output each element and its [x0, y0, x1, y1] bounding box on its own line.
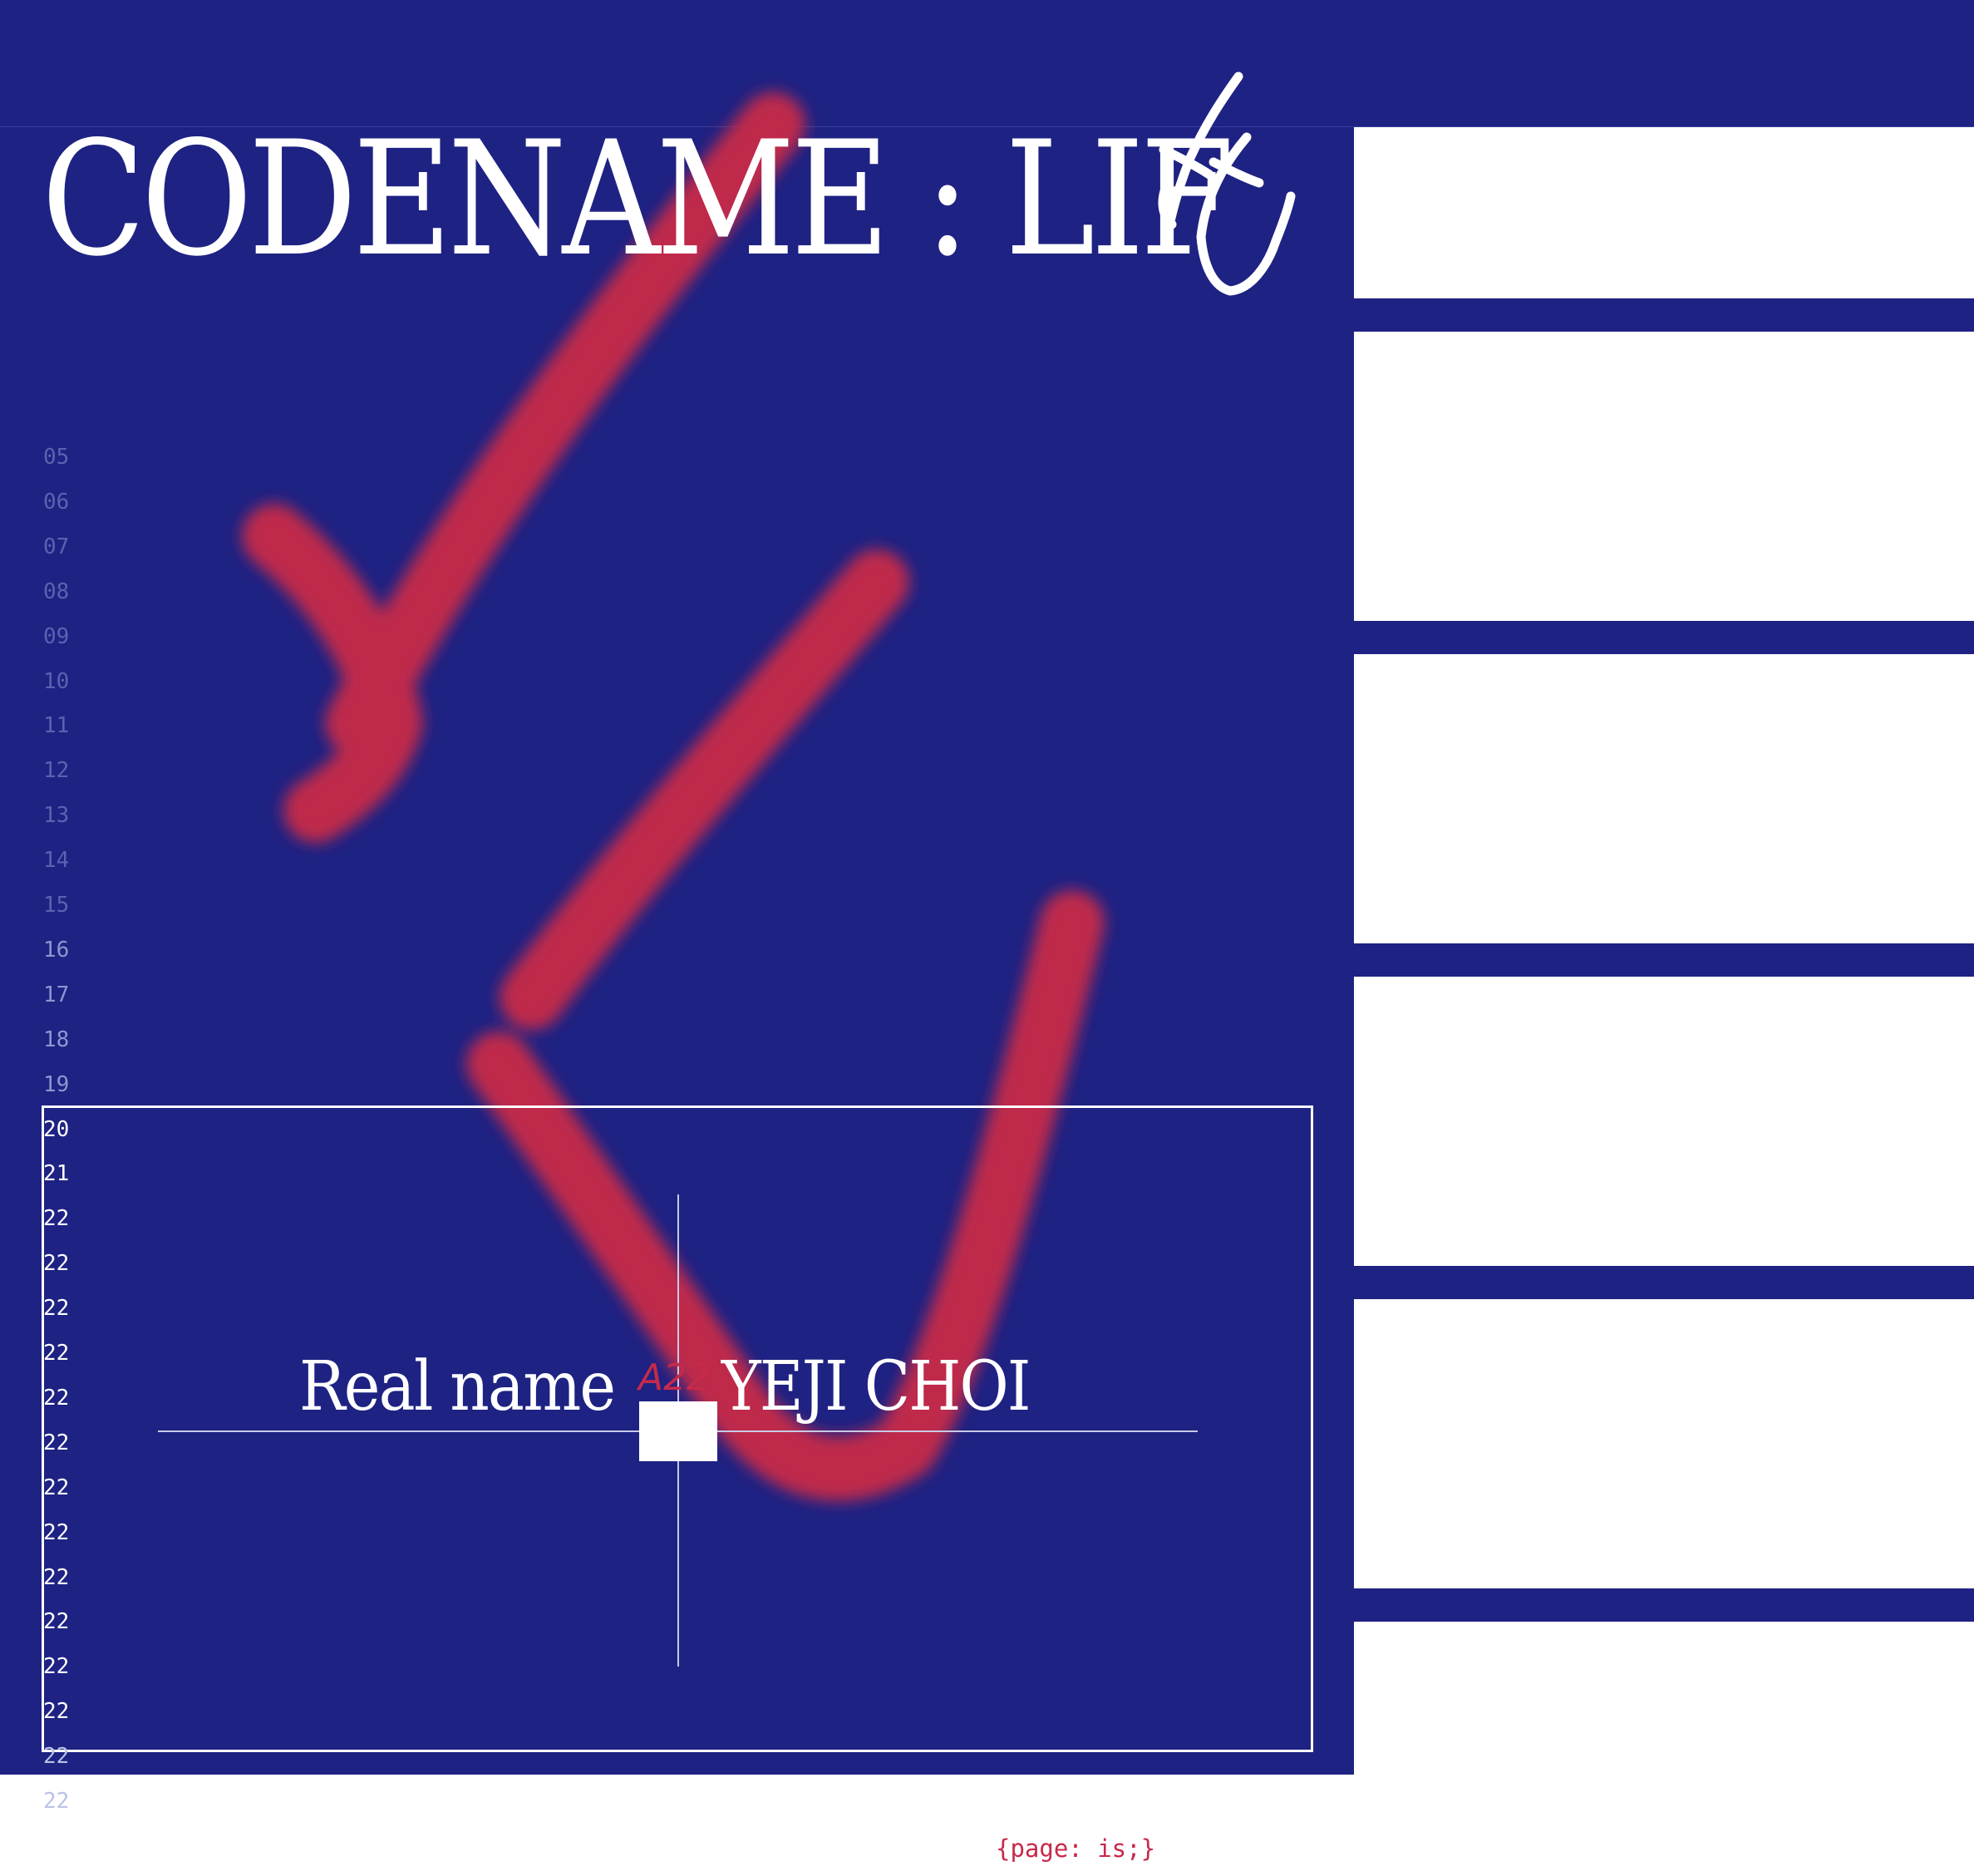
line-number: 15: [43, 893, 70, 918]
line-number: 22: [43, 1386, 70, 1411]
line-number: 10: [43, 669, 70, 694]
line-number: 22: [43, 1475, 70, 1500]
line-number: 22: [43, 1744, 70, 1769]
line-number: 13: [43, 803, 70, 828]
line-number: 06: [43, 490, 70, 515]
real-name-value: YEJI CHOI: [721, 1347, 1031, 1426]
line-number: 22: [43, 1609, 70, 1634]
line-number: 07: [43, 534, 70, 559]
line-number: 22: [43, 1206, 70, 1231]
line-number: 20: [43, 1117, 70, 1142]
page-canvas: CODENAME : LIF Real name YEJI CHOI A22 0…: [0, 0, 1974, 1876]
line-number: 22: [43, 1251, 70, 1276]
footer-code: {page: is;}: [996, 1834, 1156, 1863]
line-number: 22: [43, 1654, 70, 1679]
line-number: 08: [43, 579, 70, 604]
line-number: 11: [43, 713, 70, 738]
line-number: 09: [43, 624, 70, 649]
real-name-label: Real name: [299, 1347, 616, 1426]
line-number: 05: [43, 445, 70, 470]
line-number: 22: [43, 1565, 70, 1590]
line-number: 22: [43, 1341, 70, 1366]
line-number: 22: [43, 1520, 70, 1545]
line-number: 22: [43, 1699, 70, 1724]
crosshair-cursor-icon[interactable]: [639, 1401, 717, 1461]
cell-reference: A22: [638, 1357, 711, 1399]
line-number: 22: [43, 1430, 70, 1455]
line-number: 12: [43, 758, 70, 783]
line-number: 19: [43, 1072, 70, 1097]
line-number: 18: [43, 1027, 70, 1052]
line-number: 21: [43, 1161, 70, 1186]
line-number: 22: [43, 1789, 70, 1814]
line-number: 16: [43, 938, 70, 963]
line-number: 22: [43, 1296, 70, 1321]
line-number: 14: [43, 848, 70, 873]
line-number: 17: [43, 982, 70, 1007]
